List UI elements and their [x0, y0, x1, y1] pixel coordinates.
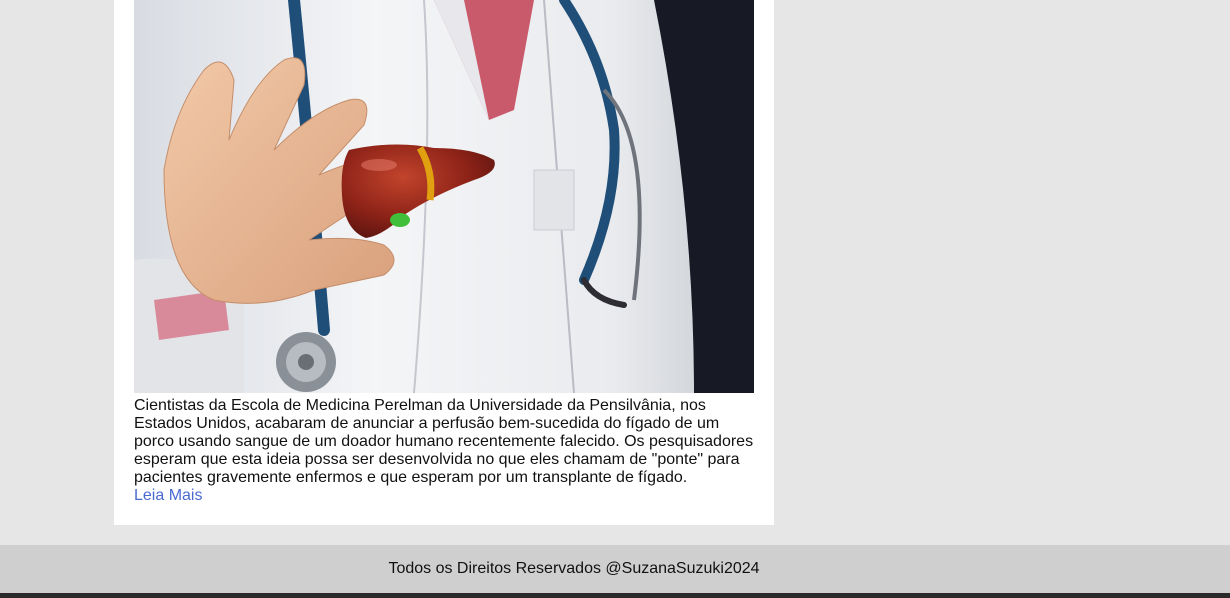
doctor-liver-photo — [134, 0, 754, 393]
news-card: Cientistas da Escola de Medicina Perelma… — [114, 0, 774, 525]
footer-copyright: Todos os Direitos Reservados @SuzanaSuzu… — [388, 560, 760, 577]
bottom-divider — [0, 593, 1230, 598]
read-more-link[interactable]: Leia Mais — [134, 487, 202, 505]
article-summary: Cientistas da Escola de Medicina Perelma… — [134, 397, 754, 486]
footer: Todos os Direitos Reservados @SuzanaSuzu… — [0, 545, 1230, 593]
article-image[interactable] — [134, 0, 754, 393]
